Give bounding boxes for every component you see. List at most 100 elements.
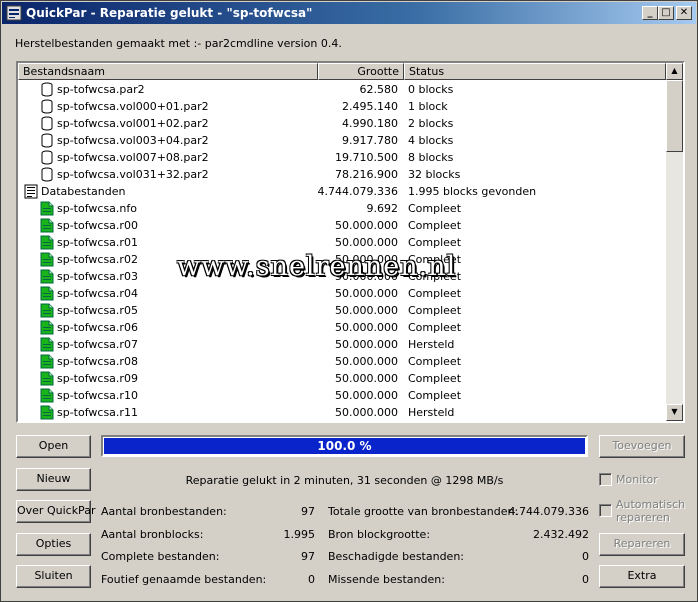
complete-file-icon (40, 201, 54, 216)
list-item[interactable]: sp-tofwcsa.vol007+08.par2 19.710.500 8 blo… (18, 149, 666, 166)
file-status: Compleet (408, 321, 462, 334)
file-status: Compleet (408, 202, 462, 215)
file-size: 50.000.000 (335, 389, 398, 402)
file-status: 1.995 blocks gevonden (408, 185, 537, 198)
maximize-button[interactable]: □ (658, 6, 674, 20)
source-files-value: 97 (301, 505, 315, 518)
list-item[interactable]: sp-tofwcsa.r10 50.000.000 Compleet (18, 387, 666, 404)
complete-file-icon (40, 269, 54, 284)
file-status: 4 blocks (408, 134, 454, 147)
data-files-icon (24, 184, 38, 199)
block-size-value: 2.432.492 (533, 528, 589, 541)
file-name: sp-tofwcsa.r06 (57, 321, 138, 334)
file-status: 32 blocks (408, 168, 461, 181)
close-button[interactable]: Sluiten (16, 565, 91, 588)
scroll-up-icon[interactable]: ▲ (666, 63, 683, 80)
missing-files-value: 0 (582, 573, 589, 586)
quickpar-app-icon (6, 5, 22, 21)
damaged-files-label: Beschadigde bestanden: (328, 550, 465, 563)
total-size-label: Totale grootte van bronbestanden: (328, 505, 519, 518)
file-status: Hersteld (408, 338, 455, 351)
complete-file-icon (40, 354, 54, 369)
file-size: 50.000.000 (335, 304, 398, 317)
file-status: 2 blocks (408, 117, 454, 130)
list-item[interactable]: sp-tofwcsa.r08 50.000.000 Compleet (18, 353, 666, 370)
file-size: 50.000.000 (335, 338, 398, 351)
source-blocks-label: Aantal bronblocks: (101, 528, 204, 541)
auto-repair-label-line2: repareren (616, 511, 670, 524)
file-name: sp-tofwcsa.r08 (57, 355, 138, 368)
scroll-thumb[interactable] (666, 80, 683, 152)
file-size: 62.580 (359, 83, 399, 96)
file-status: Hersteld (408, 406, 455, 419)
vertical-scrollbar[interactable]: ▲ ▼ (666, 63, 683, 421)
scroll-down-icon[interactable]: ▼ (666, 404, 683, 421)
new-button[interactable]: Nieuw (16, 468, 91, 491)
complete-files-label: Complete bestanden: (101, 550, 220, 563)
source-blocks-value: 1.995 (283, 528, 316, 541)
column-header-name[interactable]: Bestandsnaam (18, 63, 318, 80)
file-status: Compleet (408, 287, 462, 300)
file-name: sp-tofwcsa.r10 (57, 389, 138, 402)
progress-bar: 100.0 % (101, 435, 588, 457)
monitor-checkbox[interactable] (599, 473, 612, 486)
complete-file-icon (40, 320, 54, 335)
about-button[interactable]: Over QuickPar (16, 500, 95, 523)
file-status: Compleet (408, 236, 462, 249)
file-name: sp-tofwcsa.par2 (57, 83, 145, 96)
list-item[interactable]: sp-tofwcsa.vol031+32.par2 78.216.900 32 bl… (18, 166, 666, 183)
list-item[interactable]: sp-tofwcsa.r09 50.000.000 Compleet (18, 370, 666, 387)
list-item[interactable]: Databestanden 4.744.079.336 1.995 blocks g… (18, 183, 666, 200)
missing-files-label: Missende bestanden: (328, 573, 445, 586)
options-button[interactable]: Opties (16, 533, 91, 556)
file-name: sp-tofwcsa.r04 (57, 287, 138, 300)
file-size: 9.692 (366, 202, 399, 215)
close-window-button[interactable]: ✕ (676, 6, 692, 20)
quickpar-window: QuickPar - Reparatie gelukt - "sp-tofwcs… (0, 0, 698, 602)
column-header-size[interactable]: Grootte (318, 63, 404, 80)
list-item[interactable]: sp-tofwcsa.r01 50.000.000 Compleet (18, 234, 666, 251)
auto-repair-label-line1: Automatisch (616, 498, 686, 511)
file-size: 78.216.900 (335, 168, 398, 181)
file-name: sp-tofwcsa.nfo (57, 202, 137, 215)
monitor-label: Monitor (616, 473, 658, 486)
file-size: 50.000.000 (335, 321, 398, 334)
window-title: QuickPar - Reparatie gelukt - "sp-tofwcs… (26, 6, 313, 20)
list-item[interactable]: sp-tofwcsa.r00 50.000.000 Compleet (18, 217, 666, 234)
progress-label: 100.0 % (317, 439, 372, 453)
file-size: 4.744.079.336 (317, 185, 398, 198)
list-item[interactable]: sp-tofwcsa.r11 50.000.000 Hersteld (18, 404, 666, 421)
extra-button[interactable]: Extra (599, 565, 685, 588)
open-button[interactable]: Open (16, 435, 91, 458)
file-size: 50.000.000 (335, 406, 398, 419)
list-item[interactable]: sp-tofwcsa.vol003+04.par2 9.917.780 4 bloc… (18, 132, 666, 149)
list-item[interactable]: sp-tofwcsa.r06 50.000.000 Compleet (18, 319, 666, 336)
file-name: sp-tofwcsa.r07 (57, 338, 138, 351)
list-item[interactable]: sp-tofwcsa.r07 50.000.000 Hersteld (18, 336, 666, 353)
file-name: sp-tofwcsa.vol031+32.par2 (57, 168, 209, 181)
title-bar[interactable]: QuickPar - Reparatie gelukt - "sp-tofwcs… (2, 2, 696, 24)
complete-file-icon (40, 337, 54, 352)
complete-file-icon (40, 252, 54, 267)
list-item[interactable]: sp-tofwcsa.r04 50.000.000 Compleet (18, 285, 666, 302)
file-status: Compleet (408, 304, 462, 317)
block-size-label: Bron blockgrootte: (328, 528, 431, 541)
complete-files-value: 97 (301, 550, 315, 563)
list-item[interactable]: sp-tofwcsa.r05 50.000.000 Compleet (18, 302, 666, 319)
par2-file-icon (40, 133, 54, 148)
minimize-button[interactable]: _ (642, 6, 658, 20)
complete-file-icon (40, 371, 54, 386)
list-item[interactable]: sp-tofwcsa.nfo 9.692 Compleet (18, 200, 666, 217)
file-name: sp-tofwcsa.vol001+02.par2 (57, 117, 209, 130)
par2-file-icon (40, 167, 54, 182)
list-item[interactable]: sp-tofwcsa.vol000+01.par2 2.495.140 1 bloc… (18, 98, 666, 115)
list-item[interactable]: sp-tofwcsa.par2 62.580 0 blocks (18, 81, 666, 98)
repair-button[interactable]: Repareren (599, 533, 685, 556)
file-list[interactable]: Bestandsnaam Grootte Status sp-tofwcsa.p… (16, 61, 685, 423)
auto-repair-checkbox[interactable] (599, 504, 612, 517)
add-button[interactable]: Toevoegen (599, 435, 685, 458)
list-item[interactable]: sp-tofwcsa.vol001+02.par2 4.990.180 2 bloc… (18, 115, 666, 132)
column-header-status[interactable]: Status (404, 63, 666, 80)
complete-file-icon (40, 235, 54, 250)
file-name: sp-tofwcsa.r03 (57, 270, 138, 283)
